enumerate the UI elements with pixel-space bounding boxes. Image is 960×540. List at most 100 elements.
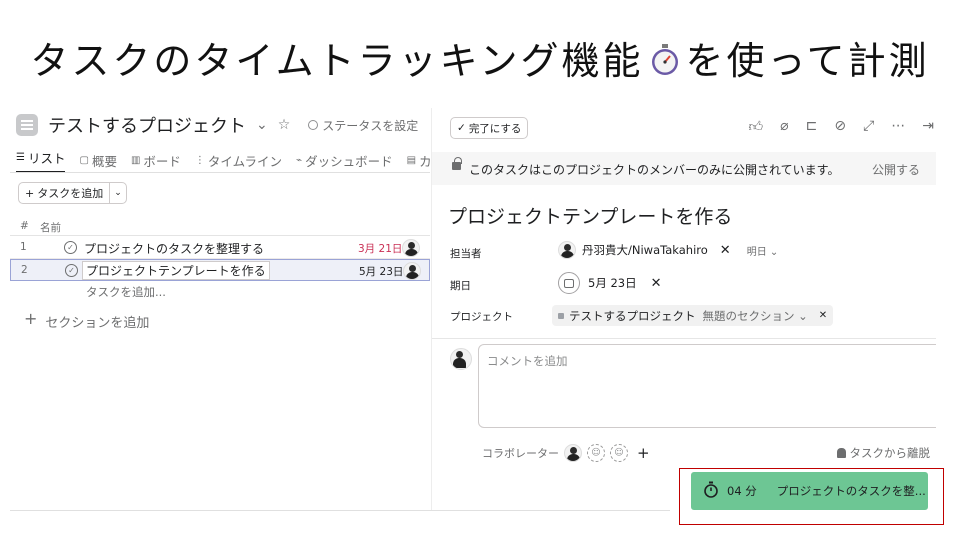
tab-board-label: ボード <box>143 154 181 169</box>
assignee-field[interactable]: 丹羽貴大/NiwaTakahiro ✕ 明日 ⌄ <box>558 241 778 259</box>
avatar[interactable] <box>402 239 420 257</box>
table-row[interactable]: 1 ✓ プロジェクトのタスクを整理する 3月 21日 <box>10 237 430 259</box>
close-icon[interactable]: ✕ <box>651 276 662 291</box>
slide-title-part-2: を使って計測 <box>685 39 930 83</box>
mark-complete-label: 完了にする <box>468 122 522 135</box>
calendar-icon[interactable] <box>558 272 580 294</box>
tab-list[interactable]: ☰ リスト <box>16 148 66 173</box>
due-label: 期日 <box>450 280 471 292</box>
stopwatch-icon <box>650 42 680 86</box>
link-icon[interactable]: ⊘ <box>834 118 846 135</box>
tab-overview-label: 概要 <box>91 154 117 169</box>
check-icon: ✓ <box>457 122 466 134</box>
table-row-selected[interactable]: 2 ✓ プロジェクトテンプレートを作る 5月 23日 <box>10 259 430 281</box>
task-due-date[interactable]: 3月 21日 <box>358 241 402 256</box>
project-list-panel: テストするプロジェクト ⌄ ☆ ステータスを設定 ☰ リスト ▢ 概要 ▥ ボード ⋮… <box>10 108 430 508</box>
add-task-inline[interactable]: タスクを追加... <box>86 284 166 300</box>
tab-dashboard[interactable]: ⌁ ダッシュボード <box>296 148 393 173</box>
add-task-label: タスクを追加 <box>37 187 104 200</box>
more-icon[interactable]: ⋯ <box>891 118 905 135</box>
assignee-due-hint[interactable]: 明日 ⌄ <box>747 243 779 258</box>
task-due-date[interactable]: 5月 23日 <box>359 264 403 279</box>
column-num: # <box>20 220 29 232</box>
tab-timeline[interactable]: ⋮ タイムライン <box>195 148 282 173</box>
close-icon[interactable]: ✕ <box>819 310 827 321</box>
due-date-value[interactable]: 5月 23日 <box>588 275 637 291</box>
overview-icon: ▢ <box>79 155 89 166</box>
status-circle-icon <box>308 120 319 130</box>
list-project-icon[interactable] <box>16 114 38 136</box>
make-public-button[interactable]: 公開する <box>872 161 920 178</box>
visibility-message: このタスクはこのプロジェクトのメンバーのみに公開されています。 <box>469 163 840 177</box>
tab-calendar[interactable]: ▤カレ <box>407 148 430 173</box>
board-icon: ▥ <box>130 155 141 166</box>
due-date-field[interactable]: 5月 23日 ✕ <box>558 272 662 294</box>
avatar[interactable] <box>564 444 582 462</box>
section-name: 無題のセクション <box>702 308 795 323</box>
leave-task-button[interactable]: タスクから離脱 <box>836 445 931 461</box>
row-number: 2 <box>21 264 28 276</box>
detail-toolbar: 👍︎ ⌀ ⊏ ⊘ ⤢ ⋯ ⇥ <box>749 118 934 135</box>
chevron-down-icon[interactable]: ⌄ <box>109 183 126 203</box>
user-placeholder-icon[interactable]: ☺ <box>587 444 605 462</box>
tab-timeline-label: タイムライン <box>207 154 283 169</box>
slide-title: タスクのタイムトラッキング機能 を使って計測 <box>0 30 960 86</box>
check-circle-icon[interactable]: ✓ <box>64 241 77 254</box>
tab-calendar-label: カレ <box>419 154 430 169</box>
plus-icon: + <box>25 186 35 200</box>
task-name[interactable]: プロジェクトテンプレートを作る <box>82 261 270 280</box>
user-placeholder-icon[interactable]: ☺ <box>610 444 628 462</box>
bottom-divider <box>10 510 670 511</box>
add-section-button[interactable]: + セクションを追加 <box>24 309 149 332</box>
tab-overview[interactable]: ▢ 概要 <box>79 148 116 173</box>
tabs-divider <box>10 172 430 173</box>
section-select[interactable]: 無題のセクション ⌄ <box>703 308 808 324</box>
assignee-due-hint-text: 明日 <box>746 246 767 258</box>
thumbs-up-icon[interactable]: 👍︎ <box>749 118 764 135</box>
assignee-name[interactable]: 丹羽貴大/NiwaTakahiro <box>582 242 708 258</box>
close-icon[interactable]: ✕ <box>720 243 731 258</box>
bell-icon <box>836 448 846 458</box>
subtask-icon[interactable]: ⊏ <box>806 118 818 135</box>
dashboard-icon: ⌁ <box>296 155 303 166</box>
tab-board[interactable]: ▥ ボード <box>131 148 181 173</box>
visibility-notice: このタスクはこのプロジェクトのメンバーのみに公開されています。 公開する <box>432 152 936 185</box>
timer-minutes: 04 分 <box>727 484 757 498</box>
calendar-icon: ▤ <box>406 155 417 166</box>
project-chip[interactable]: テストするプロジェクト 無題のセクション ⌄ ✕ <box>552 305 834 326</box>
avatar[interactable] <box>403 262 421 280</box>
close-panel-icon[interactable]: ⇥ <box>922 118 934 135</box>
task-name[interactable]: プロジェクトのタスクを整理する <box>84 240 264 257</box>
star-icon[interactable]: ☆ <box>278 117 291 133</box>
comment-input[interactable]: コメントを追加 <box>478 344 936 428</box>
leave-task-label: タスクから離脱 <box>849 446 931 460</box>
comment-placeholder: コメントを追加 <box>487 354 568 368</box>
timer-task-name: プロジェクトのタスクを整... <box>776 484 926 498</box>
detail-divider <box>432 338 936 339</box>
project-header: テストするプロジェクト ⌄ ☆ ステータスを設定 <box>16 112 418 138</box>
slide-title-part-1: タスクのタイムトラッキング機能 <box>30 39 644 83</box>
add-task-button[interactable]: + タスクを追加 ⌄ <box>18 182 127 204</box>
mark-complete-button[interactable]: ✓ 完了にする <box>450 117 529 139</box>
collaborators: コラボレーター ☺ ☺ + <box>482 444 650 462</box>
assignee-label: 担当者 <box>450 248 482 260</box>
stopwatch-icon[interactable] <box>703 481 719 501</box>
task-title[interactable]: プロジェクトテンプレートを作る <box>448 202 732 229</box>
paperclip-icon[interactable]: ⌀ <box>780 118 788 135</box>
project-title[interactable]: テストするプロジェクト <box>48 112 246 138</box>
time-tracking-timer[interactable]: 04 分 プロジェクトのタスクを整... <box>691 472 928 510</box>
project-tabs: ☰リスト ▢概要 ▥ボード ⋮タイムライン ⌁ダッシュボード ▤カレ <box>16 148 430 173</box>
add-collaborator-button[interactable]: + <box>637 444 650 462</box>
expand-icon[interactable]: ⤢ <box>863 118 874 135</box>
tab-list-label: リスト <box>27 151 66 166</box>
chevron-down-icon[interactable]: ⌄ <box>256 117 268 133</box>
list-icon: ☰ <box>16 152 25 163</box>
avatar <box>450 348 472 370</box>
project-chip-name[interactable]: テストするプロジェクト <box>569 308 696 324</box>
check-circle-icon[interactable]: ✓ <box>65 264 78 277</box>
column-name[interactable]: 名前 <box>40 220 61 235</box>
plus-icon: + <box>24 309 38 328</box>
add-task-main[interactable]: + タスクを追加 <box>19 185 109 201</box>
column-header: # 名前 <box>10 218 430 236</box>
set-status-button[interactable]: ステータスを設定 <box>308 117 418 134</box>
